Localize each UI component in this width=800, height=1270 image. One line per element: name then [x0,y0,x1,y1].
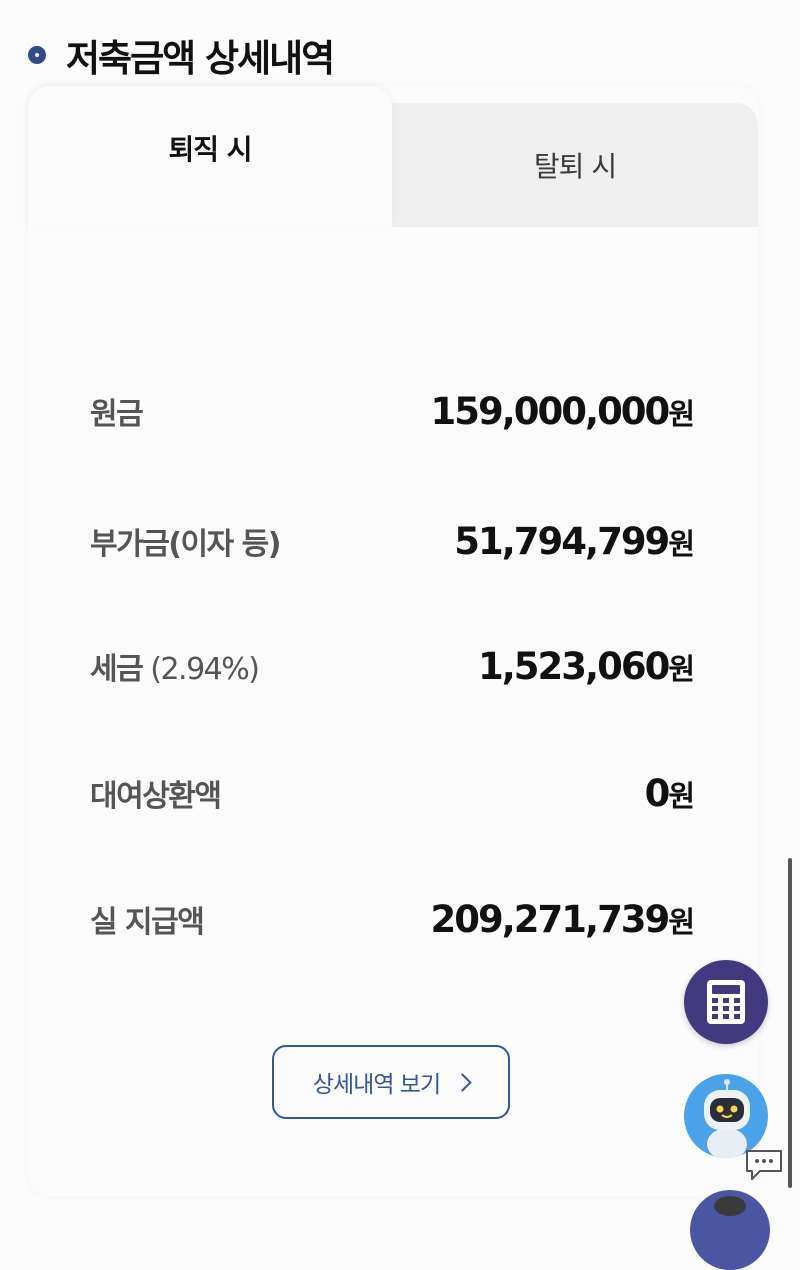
consultant-button[interactable] [690,1190,770,1270]
tab-withdrawal[interactable]: 탈퇴 시 [392,103,758,227]
robot-icon [704,1079,750,1158]
calculator-icon [707,980,745,1024]
calculator-button[interactable] [684,960,768,1044]
section-header: 저축금액 상세내역 [28,28,335,82]
row-value: 1,523,060원 [477,644,695,688]
row-value: 159,000,000원 [430,389,695,433]
chat-bubble-icon [746,1150,782,1180]
view-details-button[interactable]: 상세내역 보기 [272,1045,510,1119]
row-label: 실 지급액 [90,905,205,940]
ring-icon [28,46,46,64]
savings-detail-card: 탈퇴 시 퇴직 시 원금 159,000,000원 부가금(이자 등) 51,7… [28,86,758,1196]
chevron-right-icon [453,1072,472,1092]
row-additional-interest: 부가금(이자 등) 51,794,799원 [90,516,695,566]
row-value: 51,794,799원 [454,519,695,563]
row-principal: 원금 159,000,000원 [90,386,695,436]
row-label: 세금 (2.94%) [90,652,260,687]
tab-retirement[interactable]: 퇴직 시 [28,86,392,227]
page-title: 저축금액 상세내역 [66,37,335,80]
row-tax: 세금 (2.94%) 1,523,060원 [90,641,695,691]
chatbot-button[interactable] [684,1074,768,1158]
row-value: 209,271,739원 [430,897,695,941]
row-net-payment: 실 지급액 209,271,739원 [90,894,695,944]
scrollbar[interactable] [788,858,792,1188]
row-value: 0원 [644,771,695,815]
row-label: 부가금(이자 등) [90,527,281,562]
row-label: 대여상환액 [90,779,222,814]
chat-bubble-button[interactable] [744,1148,784,1182]
view-details-label: 상세내역 보기 [312,1072,441,1098]
row-loan-repayment: 대여상환액 0원 [90,768,695,818]
row-label: 원금 [90,397,144,432]
